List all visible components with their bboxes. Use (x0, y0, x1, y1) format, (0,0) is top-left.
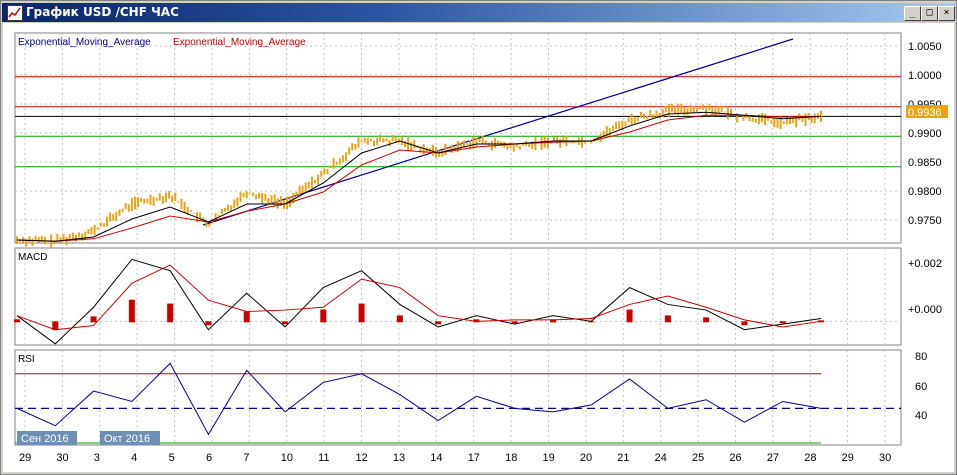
macd-histogram-bar (779, 321, 786, 324)
date-tick: 28 (804, 452, 816, 464)
rsi-tick: 40 (915, 410, 927, 422)
date-tick: 29 (19, 452, 31, 464)
price-tick: 0.9750 (908, 215, 942, 227)
window-title: График USD /CHF ЧАС (26, 5, 179, 19)
macd-histogram-bar (90, 316, 97, 323)
minimize-button[interactable]: _ (904, 6, 921, 21)
close-button[interactable]: × (938, 6, 955, 21)
macd-histogram-bar (511, 321, 518, 324)
chart-canvas[interactable]: Exponential_Moving_Average Exponential_M… (3, 23, 954, 472)
rsi-panel-frame (14, 349, 902, 446)
date-tick: 17 (468, 452, 480, 464)
price-tick: 0.9850 (908, 157, 942, 169)
price-tick: 1.0050 (908, 41, 942, 53)
chart-app-icon (7, 5, 23, 21)
macd-histogram-bar (282, 321, 288, 325)
macd-histogram-bar (741, 321, 748, 326)
price-tick: 1.0000 (908, 70, 942, 82)
macd-histogram-bar (205, 321, 212, 326)
price-panel-frame (14, 32, 902, 244)
rsi-tick: 60 (915, 381, 927, 393)
date-tick: 13 (393, 452, 405, 464)
date-tick: 5 (169, 452, 175, 464)
macd-tick: +0.002 (908, 258, 942, 270)
date-tick: 7 (243, 452, 249, 464)
date-tick: 14 (430, 452, 442, 464)
month-label-oct: Окт 2016 (104, 433, 150, 445)
date-tick: 19 (542, 452, 554, 464)
date-tick: 6 (206, 452, 212, 464)
rsi-tick: 80 (915, 351, 927, 363)
chart-window: График USD /CHF ЧАС _ □ × Exponential_Mo… (0, 0, 957, 475)
date-tick: 12 (356, 452, 368, 464)
legend-ema-fast: Exponential_Moving_Average (18, 37, 151, 48)
current-price-value: 0.9936 (908, 107, 942, 119)
macd-histogram-bar (167, 303, 174, 323)
chart-area[interactable]: Exponential_Moving_Average Exponential_M… (3, 23, 954, 472)
macd-histogram-bar (320, 309, 327, 323)
macd-panel-label: MACD (18, 252, 47, 263)
date-tick: 20 (580, 452, 592, 464)
macd-panel-frame (14, 247, 902, 346)
date-tick: 29 (842, 452, 854, 464)
macd-histogram-bar (396, 315, 403, 323)
date-tick: 21 (617, 452, 629, 464)
macd-histogram-bar (703, 317, 710, 323)
date-tick: 3 (94, 452, 100, 464)
legend-ema-slow: Exponential_Moving_Average (173, 37, 306, 48)
macd-histogram-bar (128, 299, 135, 323)
title-bar[interactable]: График USD /CHF ЧАС _ □ × (2, 3, 955, 22)
date-axis: 29 30 3 4 5 6 7 10 11 12 13 14 17 18 19 20 21 24 25 26 27 28 2… (19, 452, 891, 464)
date-tick: 18 (505, 452, 517, 464)
macd-histogram-bar (358, 303, 365, 323)
maximize-button[interactable]: □ (921, 6, 938, 21)
price-tick: 0.9900 (908, 128, 942, 140)
date-tick: 25 (692, 452, 704, 464)
macd-histogram-bar (14, 319, 20, 323)
month-label-sep: Сен 2016 (21, 433, 69, 445)
macd-histogram-bar (664, 315, 671, 323)
date-tick: 24 (655, 452, 667, 464)
price-tick: 0.9800 (908, 186, 942, 198)
date-tick: 30 (879, 452, 891, 464)
date-tick: 26 (729, 452, 741, 464)
macd-histogram-bar (435, 321, 442, 325)
rsi-panel-label: RSI (18, 354, 35, 365)
macd-histogram-bar (243, 311, 250, 323)
date-tick: 10 (281, 452, 293, 464)
macd-histogram-bar (626, 309, 633, 323)
price-axis: 1.0050 1.0000 0.9950 0.9900 0.9850 0.980… (908, 41, 942, 227)
date-tick: 30 (56, 452, 68, 464)
date-tick: 11 (318, 452, 329, 464)
date-tick: 4 (131, 452, 137, 464)
date-tick: 27 (767, 452, 779, 464)
macd-tick: +0.000 (908, 304, 942, 316)
